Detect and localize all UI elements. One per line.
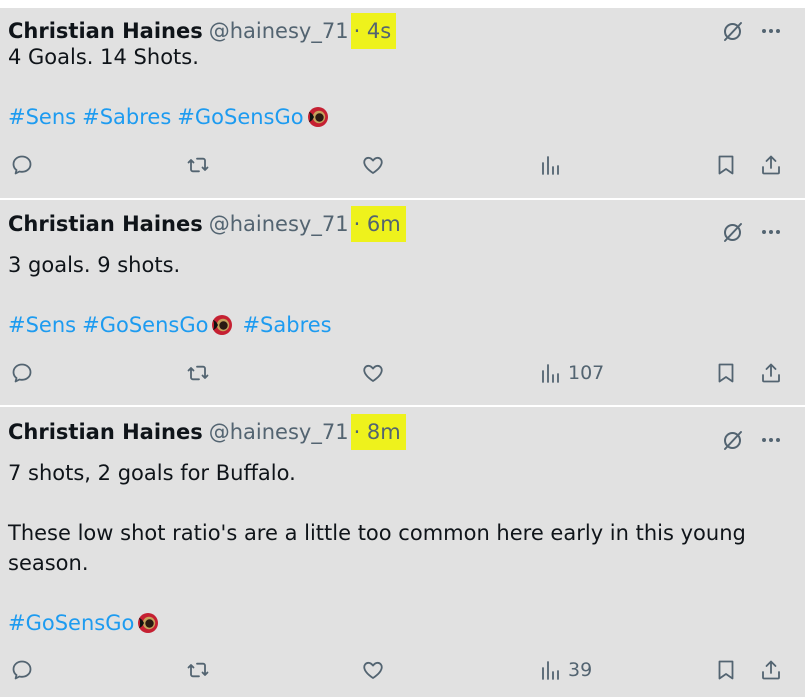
author-name[interactable]: Christian Haines bbox=[8, 19, 203, 43]
retweet-icon bbox=[186, 658, 210, 682]
hashtag-link[interactable]: #Sabres bbox=[242, 310, 331, 340]
more-icon[interactable] bbox=[759, 19, 783, 43]
like-button[interactable] bbox=[361, 358, 385, 388]
grok-icon[interactable] bbox=[721, 428, 745, 452]
views-button[interactable]: 39 bbox=[538, 655, 592, 685]
more-icon[interactable] bbox=[759, 220, 783, 244]
tweet-line: 4 Goals. 14 Shots. bbox=[8, 45, 199, 69]
bookmark-button[interactable] bbox=[714, 358, 738, 388]
retweet-icon bbox=[186, 361, 210, 385]
reply-button[interactable] bbox=[10, 655, 34, 685]
timestamp[interactable]: · 8m bbox=[350, 414, 406, 450]
retweet-button[interactable] bbox=[186, 655, 210, 685]
grok-icon[interactable] bbox=[721, 19, 745, 43]
views-icon bbox=[538, 361, 562, 385]
grok-icon[interactable] bbox=[721, 220, 745, 244]
hashtag-link[interactable]: #Sabres bbox=[82, 102, 171, 132]
senators-logo-icon bbox=[210, 313, 234, 337]
views-icon bbox=[538, 658, 562, 682]
hashtag-link[interactable]: #Sens bbox=[8, 310, 76, 340]
hashtag-link[interactable]: #GoSensGo bbox=[82, 310, 208, 340]
tweet-header: Christian Haines @hainesy_71 · 6m bbox=[8, 206, 805, 242]
hashtags: #Sens #Sabres #GoSensGo bbox=[8, 102, 765, 132]
retweet-button[interactable] bbox=[186, 358, 210, 388]
retweet-icon bbox=[186, 153, 210, 177]
tweet-feed: Christian Haines @hainesy_71 · 4s 4 Goal… bbox=[0, 0, 805, 697]
views-count: 107 bbox=[568, 362, 605, 384]
like-button[interactable] bbox=[361, 150, 385, 180]
author-handle[interactable]: @hainesy_71 bbox=[209, 19, 349, 43]
tweet-actions: 39 bbox=[0, 655, 805, 685]
views-icon bbox=[538, 153, 562, 177]
author-name[interactable]: Christian Haines bbox=[8, 212, 203, 236]
tweet[interactable]: Christian Haines @hainesy_71 · 8m 7 shot… bbox=[0, 407, 805, 697]
tweet[interactable]: Christian Haines @hainesy_71 · 6m 3 goal… bbox=[0, 200, 805, 405]
author-handle[interactable]: @hainesy_71 bbox=[209, 420, 349, 444]
tweet-line: These low shot ratio's are a little too … bbox=[8, 521, 746, 545]
heart-icon bbox=[361, 658, 385, 682]
bookmark-button[interactable] bbox=[714, 655, 738, 685]
bookmark-button[interactable] bbox=[714, 150, 738, 180]
tweet-text: 3 goals. 9 shots. #Sens #GoSensGo #Sabre… bbox=[8, 250, 765, 340]
heart-icon bbox=[361, 361, 385, 385]
heart-icon bbox=[361, 153, 385, 177]
share-button[interactable] bbox=[759, 358, 783, 388]
tweet-line: 7 shots, 2 goals for Buffalo. bbox=[8, 461, 296, 485]
timestamp[interactable]: · 6m bbox=[350, 206, 406, 242]
senators-logo-icon bbox=[306, 105, 330, 129]
tweet-actions: 107 bbox=[0, 358, 805, 388]
tweet-text: 4 Goals. 14 Shots. #Sens #Sabres #GoSens… bbox=[8, 42, 765, 132]
reply-button[interactable] bbox=[10, 358, 34, 388]
share-icon bbox=[759, 658, 783, 682]
tweet-header: Christian Haines @hainesy_71 · 8m bbox=[8, 414, 805, 450]
reply-icon bbox=[10, 658, 34, 682]
views-button[interactable] bbox=[538, 150, 568, 180]
hashtag-link[interactable]: #GoSensGo bbox=[177, 102, 303, 132]
reply-button[interactable] bbox=[10, 150, 34, 180]
bookmark-icon bbox=[714, 361, 738, 385]
tweet-actions bbox=[0, 150, 805, 180]
tweet-text: 7 shots, 2 goals for Buffalo. These low … bbox=[8, 458, 765, 638]
retweet-button[interactable] bbox=[186, 150, 210, 180]
tweet-line: 3 goals. 9 shots. bbox=[8, 253, 181, 277]
senators-logo-icon bbox=[136, 611, 160, 635]
author-handle[interactable]: @hainesy_71 bbox=[209, 212, 349, 236]
like-button[interactable] bbox=[361, 655, 385, 685]
more-icon[interactable] bbox=[759, 428, 783, 452]
share-icon bbox=[759, 153, 783, 177]
author-name[interactable]: Christian Haines bbox=[8, 420, 203, 444]
bookmark-icon bbox=[714, 658, 738, 682]
share-button[interactable] bbox=[759, 150, 783, 180]
views-button[interactable]: 107 bbox=[538, 358, 604, 388]
reply-icon bbox=[10, 361, 34, 385]
reply-icon bbox=[10, 153, 34, 177]
hashtags: #Sens #GoSensGo #Sabres bbox=[8, 310, 765, 340]
bookmark-icon bbox=[714, 153, 738, 177]
hashtag-link[interactable]: #Sens bbox=[8, 102, 76, 132]
views-count: 39 bbox=[568, 659, 593, 681]
tweet-line: season. bbox=[8, 551, 89, 575]
share-icon bbox=[759, 361, 783, 385]
tweet[interactable]: Christian Haines @hainesy_71 · 4s 4 Goal… bbox=[0, 8, 805, 198]
share-button[interactable] bbox=[759, 655, 783, 685]
hashtags: #GoSensGo bbox=[8, 608, 765, 638]
hashtag-link[interactable]: #GoSensGo bbox=[8, 608, 134, 638]
